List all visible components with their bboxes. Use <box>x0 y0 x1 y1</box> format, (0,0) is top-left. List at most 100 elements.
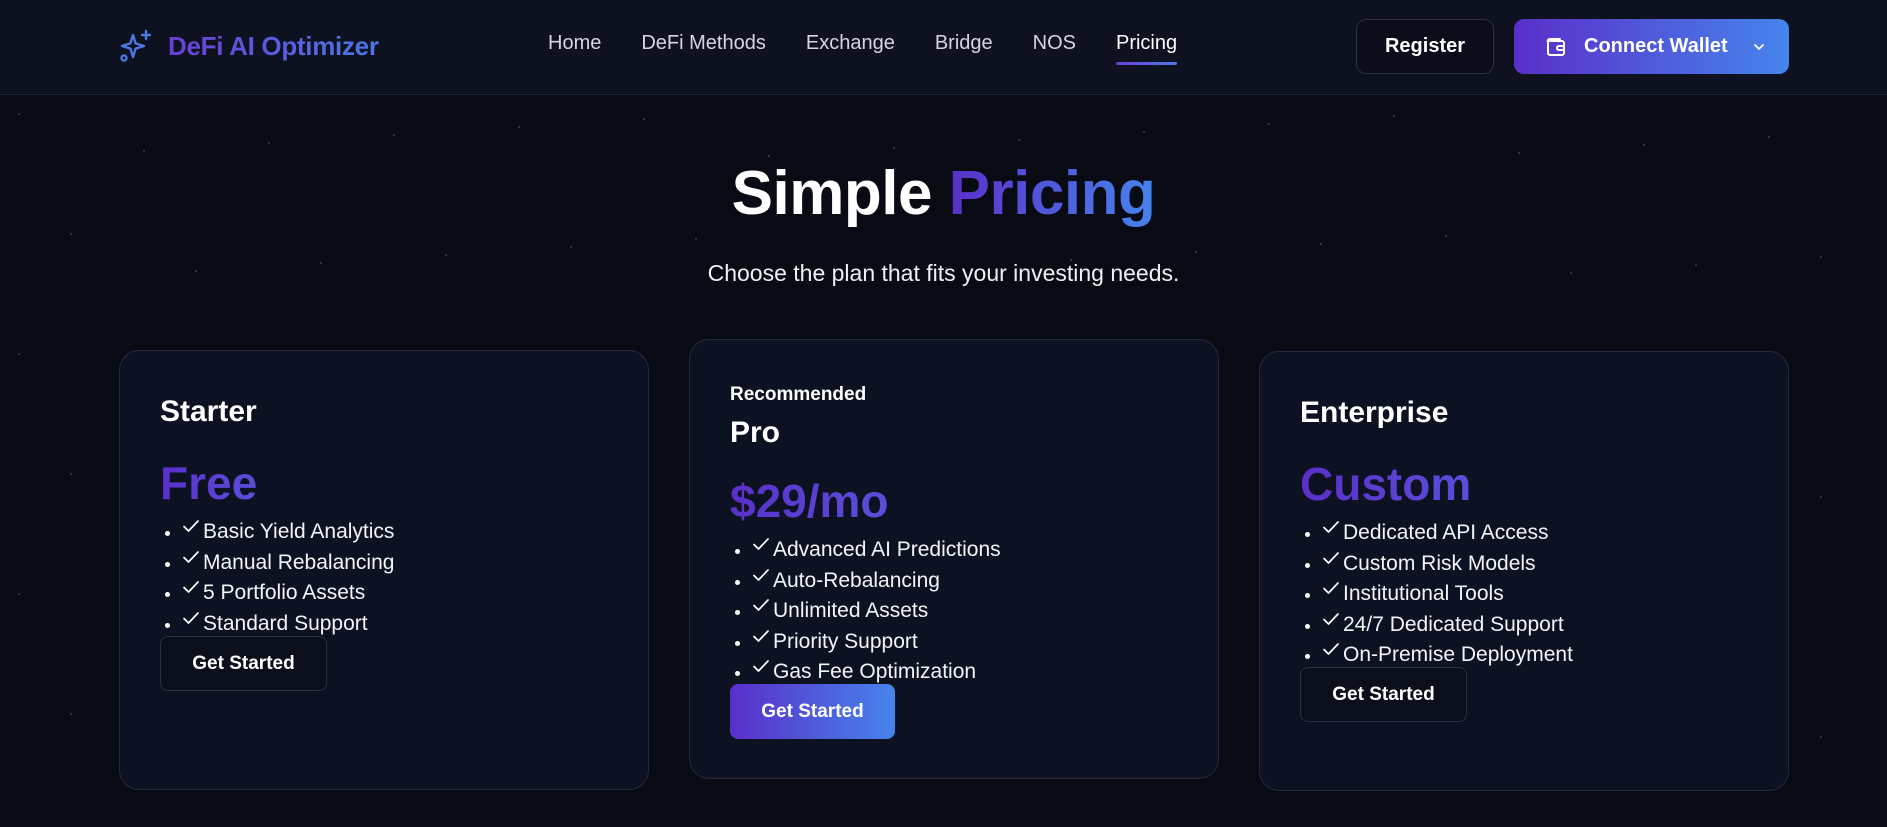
star-dot <box>268 142 270 144</box>
star-dot <box>893 147 895 149</box>
check-icon <box>753 568 769 581</box>
feature-item: Manual Rebalancing <box>182 548 394 579</box>
feature-label: Auto-Rebalancing <box>773 568 940 592</box>
feature-label: Unlimited Assets <box>773 599 929 622</box>
nav-link-defi-methods[interactable]: DeFi Methods <box>641 32 766 63</box>
star-dot <box>445 254 447 256</box>
feature-item: Custom Risk Models <box>1322 549 1573 580</box>
star-dot <box>518 126 520 128</box>
check-icon <box>1323 521 1339 533</box>
star-dot <box>1820 736 1822 738</box>
feature-item: Unlimited Assets <box>752 596 1001 627</box>
connect-wallet-label: Connect Wallet <box>1584 35 1728 57</box>
nav-link-nos[interactable]: NOS <box>1033 32 1076 63</box>
check-icon <box>183 550 199 563</box>
page-title-plain: Simple <box>731 159 933 228</box>
feature-list: Basic Yield Analytics Manual Rebalancing… <box>160 517 394 639</box>
top-navbar: DeFi AI Optimizer Home DeFi Methods Exch… <box>0 0 1887 95</box>
star-dot <box>70 233 72 235</box>
star-dot <box>768 155 770 157</box>
feature-item: 5 Portfolio Assets <box>182 578 394 609</box>
brand-name: DeFi AI Optimizer <box>168 30 379 61</box>
nav-link-pricing[interactable]: Pricing <box>1115 32 1178 65</box>
plan-name: Pro <box>730 416 781 449</box>
feature-item: On-Premise Deployment <box>1322 640 1573 671</box>
check-icon <box>183 611 199 624</box>
get-started-button-enterprise[interactable]: Get Started <box>1300 667 1467 722</box>
pricing-page: DeFi AI Optimizer Home DeFi Methods Exch… <box>0 0 1887 827</box>
pricing-card-enterprise: Enterprise Custom Dedicated API Access C… <box>1259 351 1789 791</box>
star-dot <box>393 134 395 136</box>
sparkles-icon <box>120 29 152 62</box>
feature-label: Manual Rebalancing <box>203 550 395 574</box>
check-icon <box>753 599 769 611</box>
feature-label: Basic Yield Analytics <box>203 520 395 543</box>
page-title: Simple Pricing <box>0 158 1887 229</box>
feature-item: Advanced AI Predictions <box>752 535 1001 566</box>
feature-label: Advanced AI Predictions <box>773 538 1001 561</box>
feature-label: Custom Risk Models <box>1343 551 1536 575</box>
get-started-button-pro[interactable]: Get Started <box>730 684 895 739</box>
star-dot <box>1445 235 1447 237</box>
star-dot <box>695 238 697 240</box>
register-button[interactable]: Register <box>1356 19 1494 74</box>
star-dot <box>1268 123 1270 125</box>
plan-price: $29/mo <box>730 475 889 527</box>
star-dot <box>1768 136 1770 138</box>
feature-item: Standard Support <box>182 609 394 640</box>
recommended-badge: Recommended <box>730 384 867 405</box>
feature-label: Gas Fee Optimization <box>773 660 977 683</box>
check-icon <box>183 581 199 593</box>
feature-item: Gas Fee Optimization <box>752 657 1001 688</box>
connect-wallet-button[interactable]: Connect Wallet <box>1514 19 1789 74</box>
check-icon <box>753 538 769 550</box>
star-dot <box>1320 243 1322 245</box>
star-dot <box>18 113 20 115</box>
star-dot <box>643 118 645 120</box>
chevron-down-icon <box>1753 43 1764 50</box>
feature-list: Dedicated API Access Custom Risk Models … <box>1300 518 1573 671</box>
feature-item: Auto-Rebalancing <box>752 566 1001 597</box>
star-dot <box>143 150 145 152</box>
main-nav: Home DeFi Methods Exchange Bridge NOS Pr… <box>548 32 1178 65</box>
star-dot <box>18 353 20 355</box>
nav-link-exchange[interactable]: Exchange <box>806 32 895 63</box>
plan-name: Starter <box>160 395 257 428</box>
page-subtitle: Choose the plan that fits your investing… <box>707 260 1180 286</box>
nav-link-home[interactable]: Home <box>548 32 601 63</box>
get-started-button-starter[interactable]: Get Started <box>160 636 327 691</box>
plan-price: Custom <box>1300 458 1472 510</box>
plan-price: Free <box>160 457 258 509</box>
star-dot <box>1143 131 1145 133</box>
feature-label: On-Premise Deployment <box>1343 643 1573 666</box>
star-dot <box>1518 152 1520 154</box>
check-icon <box>1323 612 1339 625</box>
feature-item: 24/7 Dedicated Support <box>1322 610 1573 641</box>
feature-label: Institutional Tools <box>1343 582 1504 605</box>
feature-item: Basic Yield Analytics <box>182 517 394 548</box>
feature-label: Standard Support <box>203 611 368 635</box>
nav-link-bridge[interactable]: Bridge <box>935 32 993 63</box>
brand-logo[interactable]: DeFi AI Optimizer <box>118 28 379 64</box>
feature-item: Priority Support <box>752 627 1001 658</box>
star-dot <box>1820 496 1822 498</box>
plan-name: Enterprise <box>1300 396 1449 429</box>
feature-item: Institutional Tools <box>1322 579 1573 610</box>
check-icon <box>183 520 199 532</box>
check-icon <box>753 660 769 672</box>
feature-item: Dedicated API Access <box>1322 518 1573 549</box>
page-title-accent: Pricing <box>948 159 1156 228</box>
star-dot <box>1195 251 1197 253</box>
check-icon <box>1323 551 1339 564</box>
feature-label: Priority Support <box>773 629 918 653</box>
star-dot <box>1643 144 1645 146</box>
star-dot <box>70 473 72 475</box>
star-dot <box>1018 139 1020 141</box>
star-dot <box>70 713 72 715</box>
star-dot <box>570 246 572 248</box>
pricing-card-pro: Recommended Pro $29/mo Advanced AI Predi… <box>689 339 1219 779</box>
feature-label: 5 Portfolio Assets <box>203 581 366 604</box>
star-dot <box>1820 256 1822 258</box>
feature-label: 24/7 Dedicated Support <box>1343 612 1564 636</box>
star-dot <box>1393 115 1395 117</box>
